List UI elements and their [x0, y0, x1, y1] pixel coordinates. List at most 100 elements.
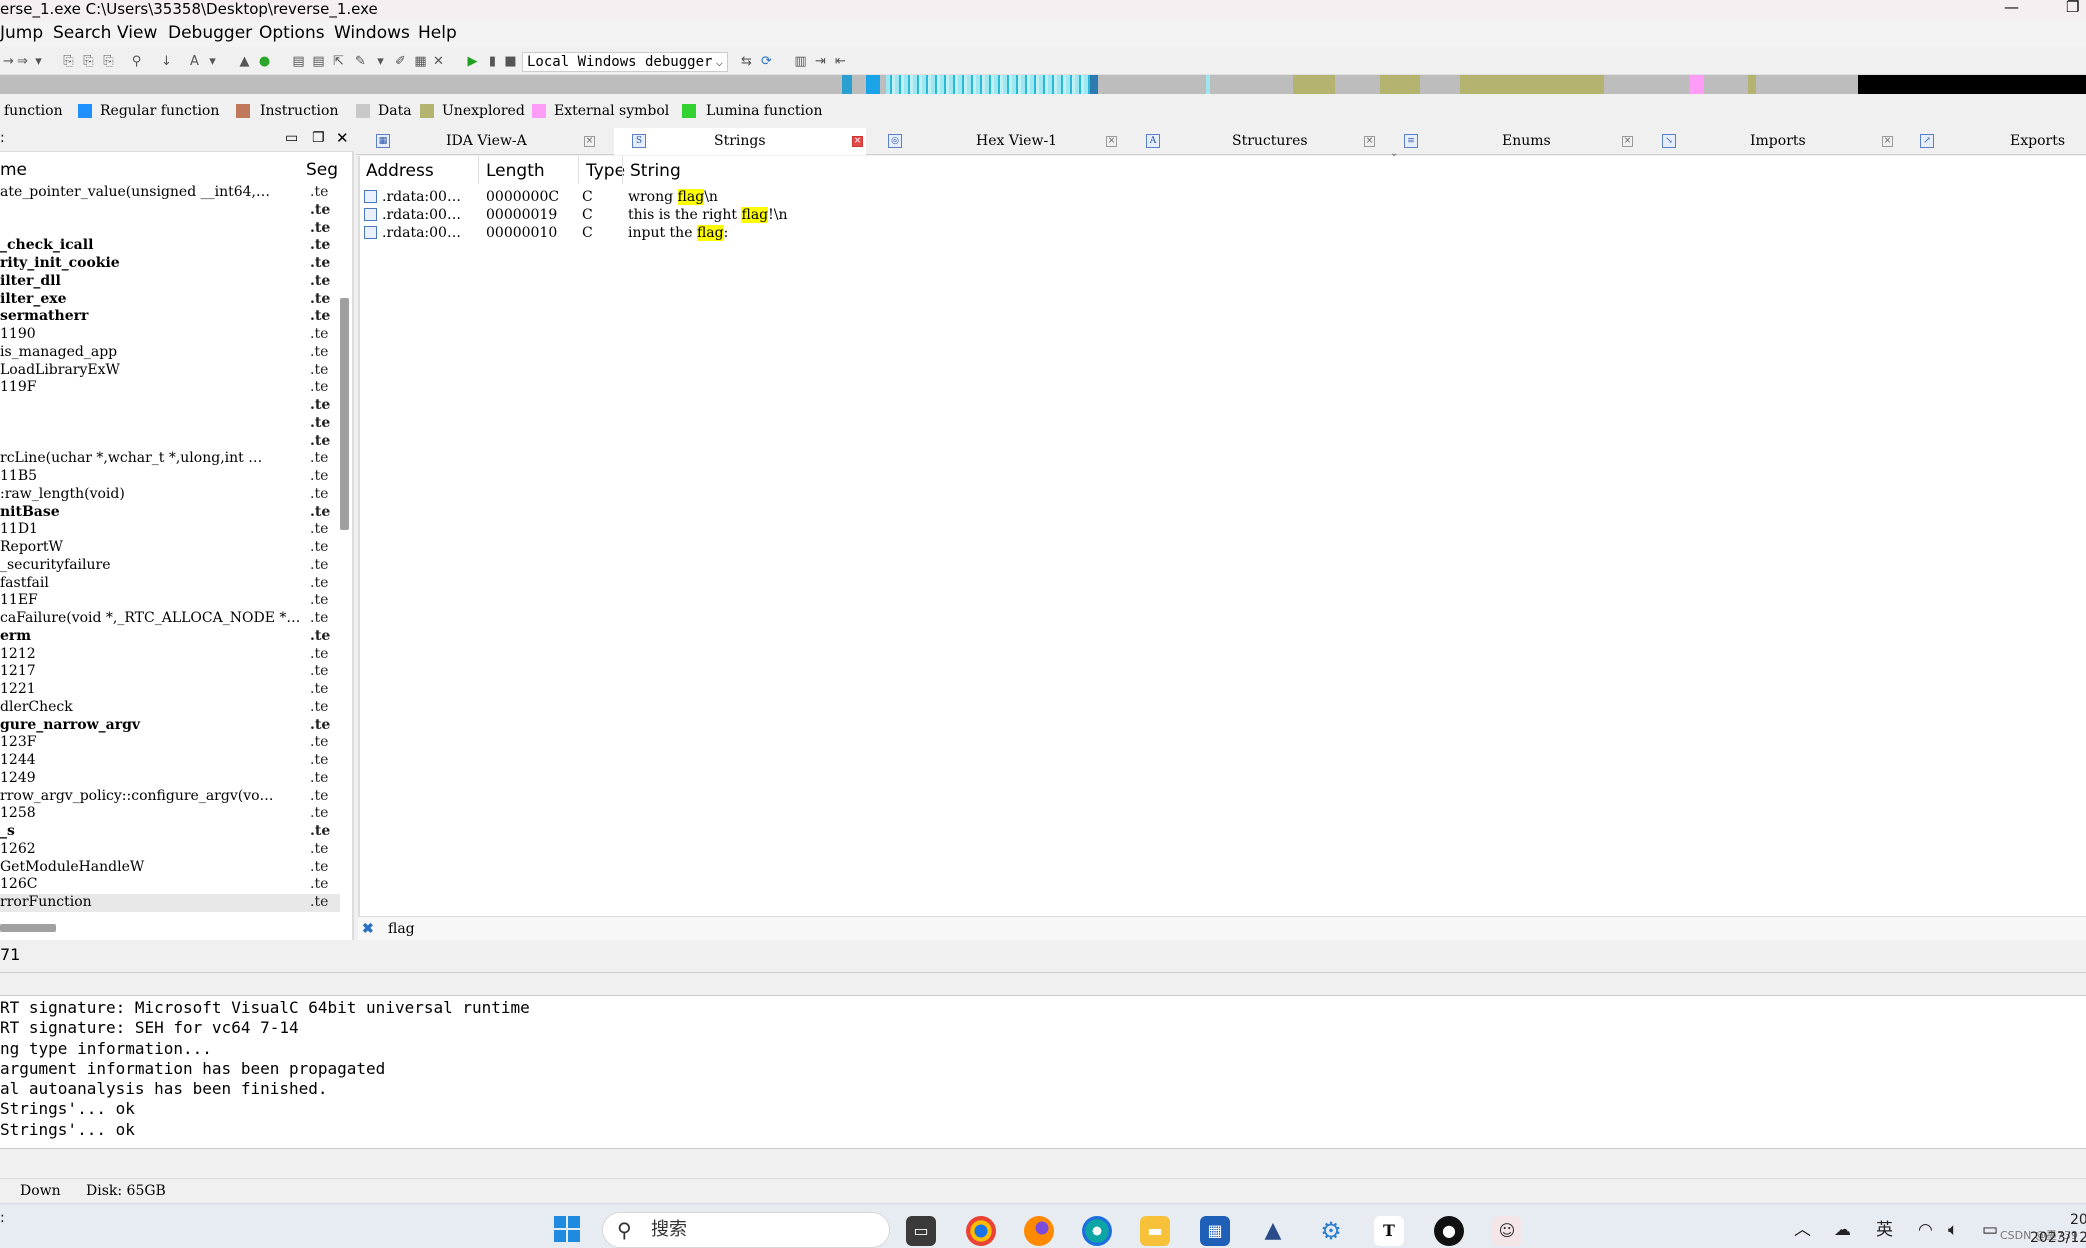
menu-search[interactable]: Search	[53, 20, 111, 47]
close-icon[interactable]: ✕	[336, 129, 349, 147]
patch-icon[interactable]: ▦	[412, 53, 429, 70]
tab-close-icon[interactable]: ×	[1364, 136, 1375, 147]
function-row[interactable]: _securityfailure .te	[0, 557, 340, 575]
tab-strings[interactable]: S Strings ×	[614, 128, 866, 155]
graph-icon[interactable]: ▲	[236, 53, 253, 70]
function-row[interactable]: 11EF .te	[0, 592, 340, 610]
functions-horizontal-scrollbar[interactable]	[0, 924, 56, 932]
column-name-header[interactable]: me	[0, 158, 27, 182]
string-row[interactable]: .rdata:00… 00000010 C input the flag:	[360, 224, 1360, 242]
cloud-icon[interactable]: ☁	[1834, 1216, 1851, 1244]
down-arrow-icon[interactable]: ↓	[158, 53, 175, 70]
brush-icon[interactable]: ✐	[392, 53, 409, 70]
wifi-icon[interactable]: ◠	[1918, 1216, 1933, 1244]
tab-close-icon[interactable]: ×	[1882, 136, 1893, 147]
store-icon[interactable]: ▦	[1200, 1216, 1230, 1246]
function-row[interactable]: .te	[0, 415, 340, 433]
function-row[interactable]: fastfail .te	[0, 575, 340, 593]
function-row[interactable]: _check_icall .te	[0, 237, 340, 255]
output-window[interactable]: RT signature: Microsoft VisualC 64bit un…	[0, 996, 2086, 1148]
function-row[interactable]: ilter_dll .te	[0, 273, 340, 291]
lock-app-icon[interactable]: ●	[1434, 1216, 1464, 1246]
function-row[interactable]: 1212 .te	[0, 646, 340, 664]
tab-exports[interactable]: ↗ Exports	[1904, 128, 2086, 155]
forward-icon[interactable]: ⇒	[14, 53, 31, 70]
navigation-band[interactable]	[0, 75, 2086, 94]
settings-gear-icon[interactable]: ⚙	[1316, 1216, 1346, 1246]
windows-start-icon[interactable]	[552, 1214, 582, 1244]
function-row[interactable]: dlerCheck .te	[0, 699, 340, 717]
avatar-app-icon[interactable]: ☺	[1492, 1216, 1522, 1246]
function-row[interactable]: .te	[0, 433, 340, 451]
trace-icon[interactable]: ⇤	[832, 53, 849, 70]
ime-indicator[interactable]: 英	[1876, 1216, 1893, 1244]
menu-view[interactable]: View	[117, 20, 157, 47]
segment2-icon[interactable]: ▤	[310, 53, 327, 70]
tab-close-icon[interactable]: ×	[584, 136, 595, 147]
string-row[interactable]: .rdata:00… 0000000C C wrong flag\n	[360, 188, 1360, 206]
function-row[interactable]: 11D1 .te	[0, 521, 340, 539]
function-row[interactable]: rity_init_cookie .te	[0, 255, 340, 273]
menu-jump[interactable]: Jump	[0, 20, 43, 47]
function-row[interactable]: .te	[0, 202, 340, 220]
chrome-icon[interactable]	[966, 1216, 996, 1246]
function-row[interactable]: 1249 .te	[0, 770, 340, 788]
pause-icon[interactable]: ▮	[484, 53, 501, 70]
function-row[interactable]: is_managed_app .te	[0, 344, 340, 362]
function-row[interactable]: ReportW .te	[0, 539, 340, 557]
battery-icon[interactable]: ▭	[1982, 1216, 1998, 1244]
string-row[interactable]: .rdata:00… 00000019 C this is the right …	[360, 206, 1360, 224]
restore-button[interactable]: ❐	[2066, 0, 2079, 16]
filter-input[interactable]: flag	[388, 917, 415, 941]
functions-vertical-scrollbar[interactable]	[340, 298, 349, 530]
maximize-icon[interactable]: ▭	[285, 130, 298, 146]
tab-close-icon[interactable]: ×	[852, 136, 863, 147]
function-row[interactable]: 119F .te	[0, 379, 340, 397]
function-row[interactable]: sermatherr .te	[0, 308, 340, 326]
segment-icon[interactable]: ▤	[290, 53, 307, 70]
dropdown-icon[interactable]: ▾	[204, 53, 221, 70]
tab-imports[interactable]: ↘ Imports ×	[1646, 128, 1904, 155]
tab-hex-view-1[interactable]: ◎ Hex View-1 ×	[872, 128, 1130, 155]
function-row[interactable]: 126C .te	[0, 876, 340, 894]
clear-filter-icon[interactable]: ✖	[362, 917, 374, 941]
menu-help[interactable]: Help	[418, 20, 457, 47]
text-icon[interactable]: A	[186, 53, 203, 70]
typora-icon[interactable]: T	[1374, 1216, 1404, 1246]
header-type[interactable]: Type	[586, 156, 625, 186]
header-address[interactable]: Address	[366, 156, 434, 186]
function-row[interactable]: rrow_argv_policy::configure_argv(vo… .te	[0, 788, 340, 806]
function-row[interactable]: 1258 .te	[0, 805, 340, 823]
tab-enums[interactable]: ≡ Enums ×	[1388, 128, 1646, 155]
minimize-button[interactable]: —	[2004, 0, 2019, 16]
copy-icon[interactable]: ⎘	[60, 53, 77, 70]
menu-debugger[interactable]: Debugger	[168, 20, 252, 47]
tab-structures[interactable]: A Structures ×	[1130, 128, 1388, 155]
chevron-up-icon[interactable]: ︿	[1794, 1216, 1811, 1244]
firefox-icon[interactable]	[1024, 1216, 1054, 1246]
function-row[interactable]: 11B5 .te	[0, 468, 340, 486]
edge-icon[interactable]	[1082, 1216, 1112, 1246]
stop-icon[interactable]: ■	[502, 53, 519, 70]
attach-icon[interactable]: ⇆	[738, 53, 755, 70]
play-icon[interactable]: ▶	[464, 53, 481, 70]
function-row[interactable]: ilter_exe .te	[0, 291, 340, 309]
step-icon[interactable]: ⇥	[812, 53, 829, 70]
function-row[interactable]: rcLine(uchar *,wchar_t *,ulong,int … .te	[0, 450, 340, 468]
function-row[interactable]: nitBase .te	[0, 504, 340, 522]
function-row[interactable]: 123F .te	[0, 734, 340, 752]
function-row[interactable]: _s .te	[0, 823, 340, 841]
function-row[interactable]: LoadLibraryExW .te	[0, 362, 340, 380]
debugger-select[interactable]: Local Windows debugger ⌵	[522, 52, 728, 72]
dropdown-icon[interactable]: ▾	[30, 53, 47, 70]
function-row[interactable]: caFailure(void *,_RTC_ALLOCA_NODE *… .te	[0, 610, 340, 628]
function-row[interactable]: :raw_length(void) .te	[0, 486, 340, 504]
file-explorer-icon[interactable]: ▬	[1140, 1216, 1170, 1246]
binoculars-icon[interactable]: ⚲	[128, 53, 145, 70]
pin-icon[interactable]: ✎	[352, 53, 369, 70]
function-row[interactable]: ate_pointer_value(unsigned __int64,… .te	[0, 184, 340, 202]
close-x-icon[interactable]: ✕	[430, 53, 447, 70]
cat-app-icon[interactable]: ▲	[1258, 1216, 1288, 1246]
float-icon[interactable]: ❐	[312, 130, 325, 146]
clipboard-icon[interactable]: ⎘	[100, 53, 117, 70]
